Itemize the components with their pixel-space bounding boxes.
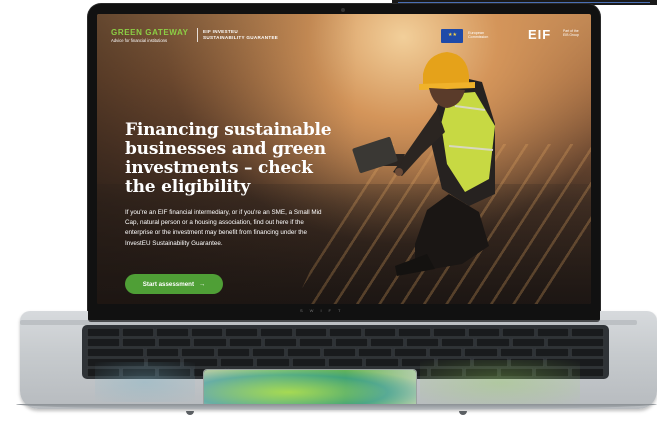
ec-wordmark: European Commission (468, 31, 488, 40)
keyboard-reflection-right (420, 360, 580, 405)
laptop-front-edge (16, 404, 657, 410)
touchpad (204, 370, 416, 407)
top-edge-line (398, 2, 650, 3)
laptop-foot-left (186, 411, 194, 415)
brand-title: GREEN GATEWAY (111, 28, 189, 37)
laptop-foot-right (459, 411, 467, 415)
arrow-right-icon: → (199, 280, 206, 288)
start-assessment-button[interactable]: Start assessment → (125, 274, 223, 294)
laptop-screen: GREEN GATEWAY Advice for financial insti… (97, 14, 591, 304)
eif-sub-line-2: EIB Group (563, 33, 579, 37)
brand-subtitle: Advice for financial institutions (111, 38, 168, 43)
hero-description: If you're an EIF financial intermediary,… (125, 209, 322, 247)
cta-label: Start assessment (142, 280, 195, 288)
program-name: EIF INVESTEU SUSTAINABILITY GUARANTEE (203, 29, 278, 40)
eif-logo[interactable]: EIF (528, 27, 551, 42)
keyboard-reflection-left (95, 362, 195, 402)
webcam (341, 8, 345, 12)
function-key-row (87, 328, 604, 337)
program-line-2: SUSTAINABILITY GUARANTEE (203, 34, 279, 40)
ec-line-2: Commission (468, 35, 489, 40)
laptop-brand-letters: SWIFT (300, 308, 348, 313)
eu-flag-icon: ★★ (441, 29, 463, 43)
eif-subtitle: Part of the EIB Group (563, 29, 579, 37)
european-commission-logo[interactable]: ★★ European Commission (441, 29, 523, 43)
laptop-lid: GREEN GATEWAY Advice for financial insti… (88, 4, 600, 322)
top-letter-key-row (87, 348, 605, 357)
number-key-row (87, 338, 605, 347)
green-gateway-logo[interactable]: GREEN GATEWAY Advice for financial insti… (111, 28, 189, 43)
header-divider (197, 28, 198, 42)
hero-title: Financing sustainable businesses and gre… (125, 120, 332, 197)
